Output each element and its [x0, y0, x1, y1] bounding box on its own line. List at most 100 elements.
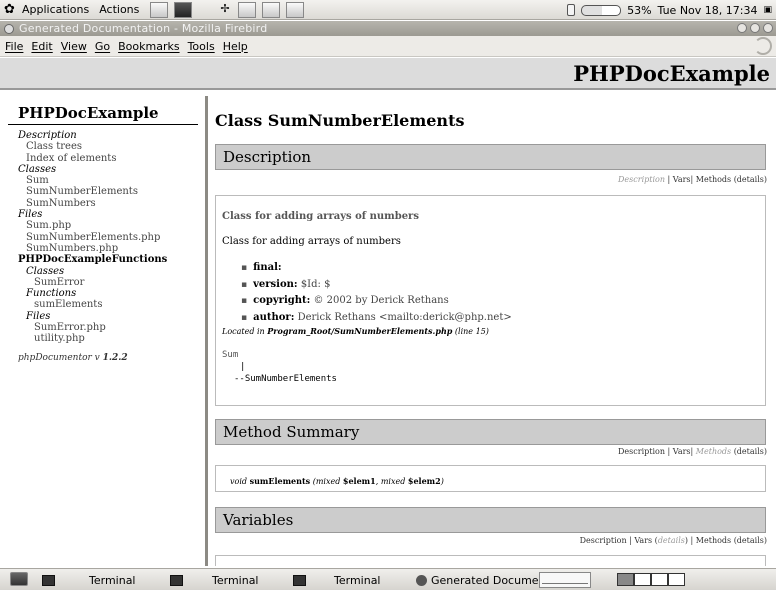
tag-version: version: $Id: $	[241, 277, 512, 294]
content-frame: Class SumNumberElements Description Desc…	[208, 96, 776, 566]
battery-meter	[581, 4, 622, 16]
nav-section-description: Description	[18, 130, 77, 141]
link-separator: |	[667, 447, 671, 456]
top-panel: Applications Actions ✢ 53% Tue Nov 18, 1…	[0, 0, 776, 20]
task-label: Terminal	[89, 573, 136, 587]
firefox-launcher-icon[interactable]: ✢	[220, 2, 232, 18]
minimize-button[interactable]	[737, 23, 747, 33]
nav-link-class[interactable]: Sum	[18, 175, 204, 186]
link-details[interactable]: details	[658, 536, 685, 545]
menu-view[interactable]: View	[59, 40, 93, 53]
method-summary-box: void sumElements (mixed $elem1, mixed $e…	[215, 465, 766, 492]
nav-link-class[interactable]: SumNumberElements	[18, 186, 204, 197]
link-vars[interactable]: Vars	[673, 175, 691, 184]
notification-icon[interactable]: ▣	[763, 5, 772, 15]
link-methods[interactable]: Methods	[696, 536, 731, 545]
menu-bookmarks[interactable]: Bookmarks	[116, 40, 185, 53]
nav-list: Description Class trees Index of element…	[8, 125, 204, 364]
battery-icon	[567, 4, 576, 16]
tree-root[interactable]: Sum	[222, 349, 337, 361]
image-launcher-icon[interactable]	[286, 1, 305, 18]
link-details[interactable]: (details)	[734, 175, 767, 184]
close-button[interactable]	[763, 23, 773, 33]
workspace-3[interactable]	[651, 573, 668, 586]
version-prefix: phpDocumentor v	[18, 352, 100, 363]
nav-package[interactable]: PHPDocExampleFunctions	[18, 254, 204, 265]
long-description: Class for adding arrays of numbers	[222, 236, 401, 247]
nav-link-file[interactable]: SumError.php	[18, 322, 204, 333]
menu-help[interactable]: Help	[221, 40, 254, 53]
link-description[interactable]: Description	[618, 175, 665, 184]
nav-link-class[interactable]: SumError	[18, 277, 204, 288]
tag-copyright: copyright: © 2002 by Derick Rethans	[241, 293, 512, 310]
nav-link-class[interactable]: SumNumbers	[18, 198, 204, 209]
menu-edit[interactable]: Edit	[29, 40, 58, 53]
link-description[interactable]: Description	[618, 447, 665, 456]
browser-icon	[416, 574, 427, 586]
tree-child: --SumNumberElements	[234, 374, 337, 384]
located-prefix: Located in	[222, 327, 265, 336]
nav-subsection-files: Files	[26, 310, 51, 322]
workspace-2[interactable]	[634, 573, 651, 586]
nav-link-function[interactable]: sumElements	[18, 299, 204, 310]
task-label: Terminal	[212, 573, 259, 587]
bottom-panel: Terminal Terminal Terminal Generated Doc…	[0, 568, 776, 590]
menu-file[interactable]: File	[3, 40, 29, 53]
version-number: 1.2.2	[102, 352, 128, 363]
tag-value[interactable]: Derick Rethans <mailto:derick@php.net>	[298, 312, 512, 323]
link-vars[interactable]: Vars	[673, 447, 691, 456]
task-label: Generated Document:	[431, 573, 554, 587]
link-details[interactable]: (details)	[734, 536, 767, 545]
system-monitor-graph[interactable]	[539, 572, 591, 588]
link-methods[interactable]: Methods	[696, 175, 731, 184]
task-button[interactable]: Terminal	[293, 572, 381, 588]
workspace-4[interactable]	[668, 573, 685, 586]
tag-value: © 2002 by Derick Rethans	[313, 295, 449, 306]
editor-launcher-icon[interactable]	[238, 1, 257, 18]
tag-list: final: version: $Id: $ copyright: © 2002…	[241, 260, 512, 326]
terminal-launcher-icon[interactable]	[174, 1, 193, 18]
home-launcher-icon[interactable]	[150, 1, 169, 18]
office-launcher-icon[interactable]	[262, 1, 281, 18]
battery-percent: 53%	[627, 3, 652, 17]
header-title: PHPDocExample	[573, 61, 770, 86]
nav-link-file[interactable]: utility.php	[18, 333, 204, 344]
method-name-link[interactable]: sumElements	[250, 476, 311, 486]
actions-menu[interactable]: Actions	[99, 3, 139, 16]
show-desktop-icon[interactable]	[10, 572, 28, 586]
workspace-1[interactable]	[617, 573, 634, 586]
nav-link-class-trees[interactable]: Class trees	[18, 141, 204, 152]
located-file-link[interactable]: Program_Root/SumNumberElements.php	[267, 326, 452, 336]
nav-link-file[interactable]: Sum.php	[18, 220, 204, 231]
nav-link-file[interactable]: SumNumbers.php	[18, 243, 204, 254]
nav-link-index[interactable]: Index of elements	[18, 153, 204, 164]
method-signature: void sumElements (mixed $elem1, mixed $e…	[230, 476, 444, 486]
window-menu-icon[interactable]	[4, 23, 14, 34]
link-details[interactable]: (details)	[734, 447, 767, 456]
link-vars[interactable]: Vars	[634, 536, 652, 545]
window-titlebar[interactable]: Generated Documentation - Mozilla Firebi…	[0, 21, 776, 36]
terminal-icon	[293, 574, 306, 586]
link-description[interactable]: Description	[580, 536, 627, 545]
applications-menu[interactable]: Applications	[22, 3, 89, 16]
param-name: $elem1	[342, 476, 376, 486]
clock[interactable]: Tue Nov 18, 17:34	[658, 4, 758, 17]
task-button-active[interactable]: Generated Document:	[416, 572, 554, 588]
tag-name: author:	[253, 311, 295, 323]
menubar: File Edit View Go Bookmarks Tools Help	[0, 36, 776, 57]
task-label: Terminal	[334, 573, 381, 587]
variables-heading: Variables	[215, 507, 766, 533]
menu-go[interactable]: Go	[93, 40, 116, 53]
menu-tools[interactable]: Tools	[186, 40, 221, 53]
tag-author: author: Derick Rethans <mailto:derick@ph…	[241, 310, 512, 327]
method-links: Description | Vars| Methods (details)	[618, 447, 767, 456]
task-button[interactable]: Terminal	[170, 572, 259, 588]
workspace-switcher[interactable]	[617, 573, 685, 586]
method-return-type: void	[230, 477, 248, 486]
task-button[interactable]: Terminal	[42, 572, 136, 588]
maximize-button[interactable]	[750, 23, 760, 33]
link-methods[interactable]: Methods	[696, 447, 731, 456]
nav-link-file[interactable]: SumNumberElements.php	[18, 232, 204, 243]
tag-name: copyright:	[253, 295, 311, 306]
gnome-foot-icon[interactable]	[4, 3, 18, 17]
